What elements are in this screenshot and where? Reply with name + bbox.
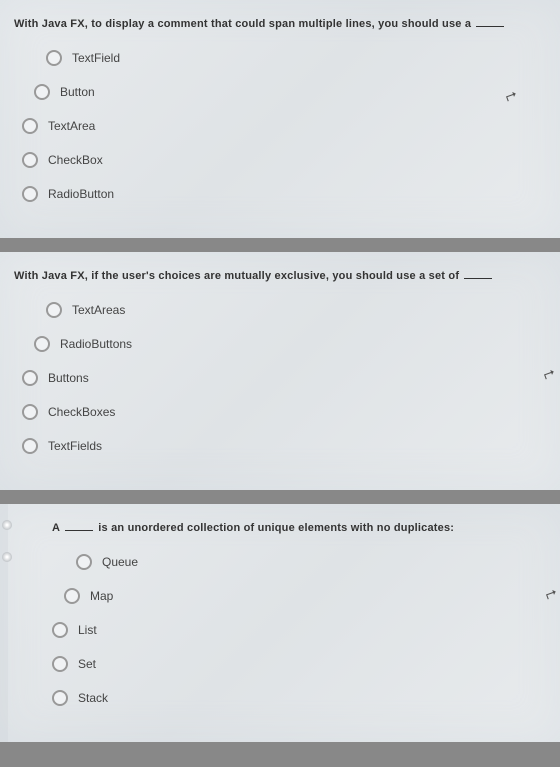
option-label: RadioButtons [60, 337, 132, 351]
radio-option[interactable]: RadioButtons [34, 336, 546, 352]
option-label: TextArea [48, 119, 95, 133]
prompt-text-post: is an unordered collection of unique ele… [95, 522, 454, 534]
radio-icon [46, 302, 62, 318]
radio-option[interactable]: TextField [46, 50, 546, 66]
radio-icon [22, 438, 38, 454]
radio-option[interactable]: TextAreas [46, 302, 546, 318]
question-prompt: With Java FX, to display a comment that … [14, 18, 546, 30]
radio-option[interactable]: Button [34, 84, 546, 100]
radio-option[interactable]: Set [52, 656, 546, 672]
radio-icon [34, 84, 50, 100]
radio-icon [22, 186, 38, 202]
radio-icon [76, 554, 92, 570]
option-label: TextFields [48, 439, 102, 453]
options-group: Queue Map List Set Stack [22, 554, 546, 706]
option-label: Queue [102, 555, 138, 569]
blank-fill [464, 278, 492, 279]
radio-icon [52, 656, 68, 672]
radio-icon [34, 336, 50, 352]
radio-option[interactable]: RadioButton [22, 186, 546, 202]
question-block-1: With Java FX, to display a comment that … [0, 0, 560, 238]
option-label: RadioButton [48, 187, 114, 201]
question-block-2: With Java FX, if the user's choices are … [0, 252, 560, 490]
option-label: CheckBoxes [48, 405, 115, 419]
radio-option[interactable]: Buttons [22, 370, 546, 386]
question-prompt: A is an unordered collection of unique e… [22, 522, 546, 534]
left-edge-dot [2, 552, 12, 562]
option-label: Map [90, 589, 113, 603]
question-block-3: A is an unordered collection of unique e… [0, 504, 560, 742]
radio-icon [22, 370, 38, 386]
option-label: Buttons [48, 371, 89, 385]
blank-fill [476, 26, 504, 27]
left-edge-dot [2, 520, 12, 530]
radio-option[interactable]: Map [64, 588, 546, 604]
option-label: TextField [72, 51, 120, 65]
radio-option[interactable]: TextArea [22, 118, 546, 134]
radio-icon [52, 622, 68, 638]
radio-icon [52, 690, 68, 706]
radio-option[interactable]: Stack [52, 690, 546, 706]
prompt-text-pre: With Java FX, if the user's choices are … [14, 270, 462, 282]
option-label: CheckBox [48, 153, 103, 167]
question-prompt: With Java FX, if the user's choices are … [14, 270, 546, 282]
radio-icon [22, 118, 38, 134]
radio-icon [64, 588, 80, 604]
prompt-text-pre: A [52, 522, 63, 534]
radio-option[interactable]: CheckBoxes [22, 404, 546, 420]
option-label: TextAreas [72, 303, 125, 317]
options-group: TextField Button TextArea CheckBox Radio… [14, 50, 546, 202]
radio-icon [22, 152, 38, 168]
option-label: Stack [78, 691, 108, 705]
radio-option[interactable]: CheckBox [22, 152, 546, 168]
option-label: List [78, 623, 97, 637]
options-group: TextAreas RadioButtons Buttons CheckBoxe… [14, 302, 546, 454]
option-label: Set [78, 657, 96, 671]
radio-option[interactable]: TextFields [22, 438, 546, 454]
prompt-text-pre: With Java FX, to display a comment that … [14, 18, 474, 30]
option-label: Button [60, 85, 95, 99]
radio-option[interactable]: List [52, 622, 546, 638]
left-edge-fragment [0, 504, 8, 742]
blank-fill [65, 530, 93, 531]
radio-option[interactable]: Queue [76, 554, 546, 570]
radio-icon [46, 50, 62, 66]
radio-icon [22, 404, 38, 420]
